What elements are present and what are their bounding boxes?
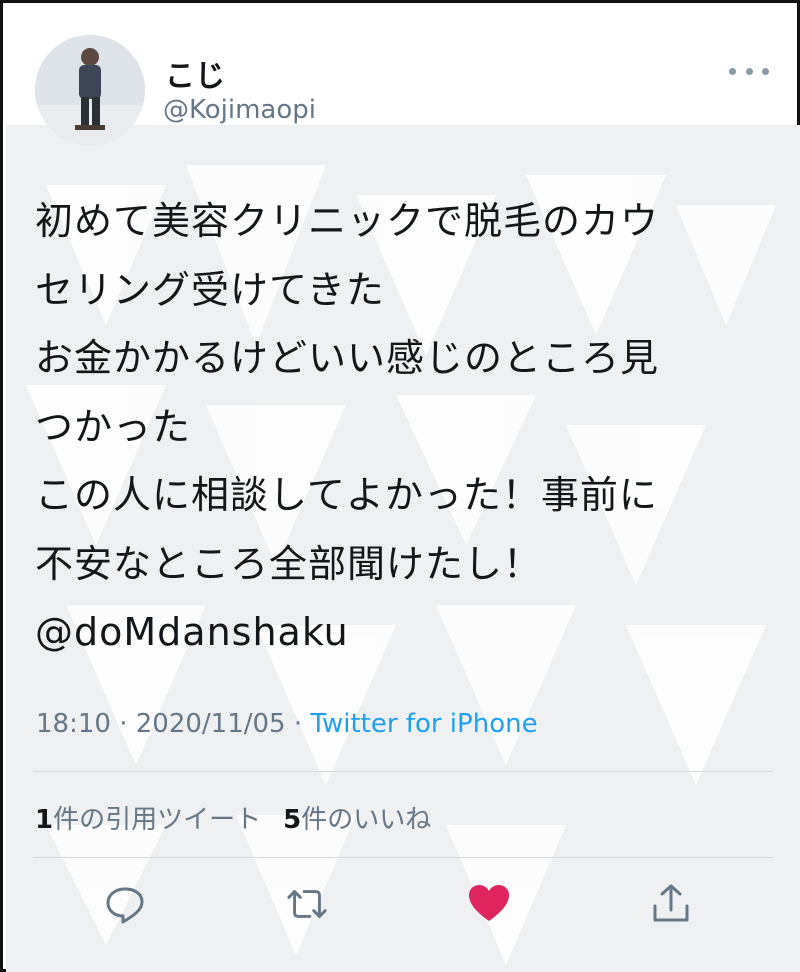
meta-separator: · bbox=[293, 709, 303, 739]
tweet-source-link[interactable]: Twitter for iPhone bbox=[310, 709, 537, 739]
tweet-line: 初めて美容クリニックで脱毛のカウ bbox=[35, 199, 660, 243]
retweet-icon[interactable] bbox=[285, 879, 329, 929]
like-label: 件のいいね bbox=[301, 805, 432, 835]
quote-label: 件の引用ツイート bbox=[53, 805, 262, 835]
divider bbox=[33, 857, 773, 858]
tweet-line: セリング受けてきた bbox=[35, 267, 385, 312]
display-name[interactable]: こじ bbox=[165, 51, 225, 95]
tweet-time: 18:10 bbox=[36, 709, 111, 739]
tweet-line: この人に相談してよかった！事前に bbox=[35, 473, 658, 517]
share-icon[interactable] bbox=[649, 879, 693, 929]
divider bbox=[33, 771, 773, 772]
tweet-meta: 18:10 · 2020/11/05 · Twitter for iPhone bbox=[36, 709, 538, 739]
tweet-line: つかった bbox=[35, 404, 192, 449]
avatar[interactable] bbox=[35, 35, 145, 145]
tweet-header: こじ @Kojimaopi bbox=[3, 3, 800, 153]
mention-link[interactable]: @doMdanshaku bbox=[35, 598, 775, 667]
tweet-line: 不安なところ全部聞けたし！ bbox=[35, 541, 543, 586]
more-options-icon[interactable] bbox=[729, 63, 769, 79]
reply-icon[interactable] bbox=[103, 879, 147, 929]
avatar-image bbox=[35, 35, 145, 145]
meta-separator: · bbox=[119, 709, 128, 739]
tweet-line: お金かかるけどいい感じのところ見 bbox=[35, 336, 660, 380]
tweet-stats: 1件の引用ツイート 5件のいいね bbox=[35, 799, 431, 836]
quote-count: 1 bbox=[35, 805, 54, 835]
heart-icon[interactable] bbox=[467, 879, 511, 929]
likes-link[interactable]: 5件のいいね bbox=[283, 799, 431, 836]
tweet-date: 2020/11/05 bbox=[135, 709, 286, 739]
quote-tweets-link[interactable]: 1件の引用ツイート bbox=[35, 799, 261, 836]
tweet-card: こじ @Kojimaopi 初めて美容クリニックで脱毛のカウ セリング受けてきたお… bbox=[0, 0, 800, 972]
like-count: 5 bbox=[283, 805, 302, 835]
user-handle[interactable]: @Kojimaopi bbox=[163, 95, 316, 125]
action-bar bbox=[3, 879, 800, 931]
tweet-text: 初めて美容クリニックで脱毛のカウ セリング受けてきたお金かかるけどいい感じのところ… bbox=[35, 187, 775, 667]
